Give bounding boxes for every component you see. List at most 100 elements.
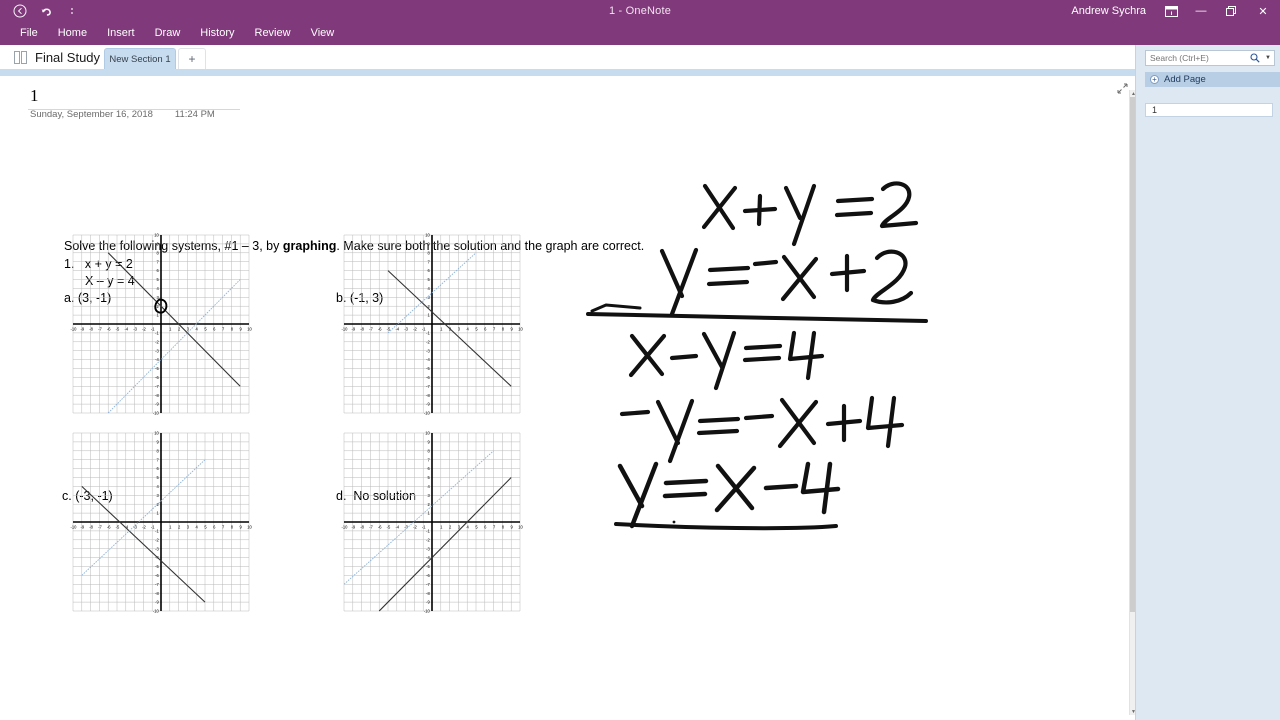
svg-text:7: 7	[493, 326, 496, 331]
svg-text:-10: -10	[424, 609, 431, 614]
ribbon-tab-home[interactable]: Home	[48, 22, 97, 45]
svg-text:10: 10	[247, 326, 252, 331]
svg-text:-9: -9	[351, 524, 355, 529]
svg-text:2: 2	[178, 326, 181, 331]
svg-text:-7: -7	[98, 326, 102, 331]
svg-text:1: 1	[169, 326, 172, 331]
chevron-down-icon[interactable]: ▼	[1265, 55, 1271, 61]
svg-text:6: 6	[213, 326, 216, 331]
svg-text:-9: -9	[80, 524, 84, 529]
svg-text:6: 6	[213, 524, 216, 529]
search-icon[interactable]	[1250, 53, 1260, 66]
svg-text:8: 8	[231, 524, 234, 529]
title-bar: 1 - OneNote Andrew Sychra — ✕	[0, 0, 1280, 22]
svg-text:-6: -6	[378, 524, 382, 529]
svg-text:5: 5	[475, 524, 478, 529]
svg-text:9: 9	[511, 326, 514, 331]
svg-text:5: 5	[204, 326, 207, 331]
close-button[interactable]: ✕	[1246, 0, 1280, 22]
svg-text:-5: -5	[387, 524, 391, 529]
svg-text:3: 3	[458, 326, 461, 331]
search-input[interactable]	[1146, 51, 1246, 65]
page-timestamp: Sunday, September 16, 2018 11:24 PM	[30, 109, 215, 120]
maximize-restore-button[interactable]	[1216, 0, 1246, 22]
svg-text:-10: -10	[71, 326, 78, 331]
graph-d[interactable]: -10 -9 -8 -7 -6 -5 -4 -3 -2 -1 1 2 3 4 5 6 7 8 9 10 -10 -9 -8-…	[333, 427, 523, 617]
account-name[interactable]: Andrew Sychra	[1071, 0, 1156, 22]
page-canvas[interactable]: 1 Sunday, September 16, 2018 11:24 PM So…	[0, 76, 1135, 720]
ribbon-bar: File Home Insert Draw History Review Vie…	[0, 22, 1280, 45]
svg-text:9: 9	[511, 524, 514, 529]
svg-text:-7: -7	[98, 524, 102, 529]
search-box[interactable]: ▼	[1145, 50, 1275, 66]
svg-text:-6: -6	[107, 524, 111, 529]
ribbon-tab-insert[interactable]: Insert	[97, 22, 145, 45]
add-section-button[interactable]: +	[178, 48, 206, 69]
svg-text:-7: -7	[369, 326, 373, 331]
svg-text:-10: -10	[342, 326, 349, 331]
ribbon-tab-view[interactable]: View	[301, 22, 345, 45]
section-tab-new-section-1[interactable]: New Section 1	[104, 48, 176, 69]
svg-text:4: 4	[196, 524, 199, 529]
svg-text:-8: -8	[89, 326, 93, 331]
page-list-item-1[interactable]: 1	[1145, 103, 1273, 117]
ribbon-display-options-icon[interactable]	[1156, 0, 1186, 22]
svg-text:-6: -6	[378, 326, 382, 331]
graph-series-line-1	[378, 477, 512, 612]
graph-a[interactable]: -10 -9 -8 -7 -6 -5 -4 -3 -2 -1 1 2 3 4 5 6 7 8 9 10 -10 -9 -8-…	[62, 229, 252, 419]
ribbon-tab-history[interactable]: History	[190, 22, 244, 45]
svg-text:1: 1	[440, 326, 443, 331]
svg-text:10: 10	[425, 431, 430, 436]
svg-text:8: 8	[502, 326, 505, 331]
svg-text:9: 9	[240, 524, 243, 529]
svg-text:-2: -2	[413, 326, 417, 331]
svg-text:10: 10	[247, 524, 252, 529]
notebook-icon	[14, 51, 29, 64]
svg-text:8: 8	[231, 326, 234, 331]
svg-text:-9: -9	[351, 326, 355, 331]
page-time: 11:24 PM	[174, 109, 215, 120]
svg-text:4: 4	[467, 326, 470, 331]
graph-series-line-1	[107, 279, 241, 414]
page-list-pane	[1135, 45, 1280, 720]
ink-notes-layer[interactable]	[586, 166, 1020, 546]
svg-text:-9: -9	[80, 326, 84, 331]
svg-text:10: 10	[518, 524, 523, 529]
svg-text:-2: -2	[142, 524, 146, 529]
ink-stroke-group-line-3	[628, 330, 825, 391]
notebook-name: Final Study	[35, 50, 101, 65]
svg-text:2: 2	[449, 524, 452, 529]
plus-circle-icon: +	[1150, 75, 1159, 84]
svg-text:7: 7	[222, 326, 225, 331]
minimize-button[interactable]: —	[1186, 0, 1216, 22]
prompt-bold-word: graphing	[282, 239, 337, 253]
window-controls: Andrew Sychra — ✕	[1071, 0, 1280, 22]
section-bar-underline	[0, 69, 1135, 76]
svg-text:10: 10	[154, 233, 159, 238]
svg-text:10: 10	[154, 431, 159, 436]
add-page-button[interactable]: + Add Page	[1145, 72, 1280, 87]
graph-c[interactable]: -10 -9 -8 -7 -6 -5 -4 -3 -2 -1 1 2 3 4 5 6 7 8 9 10 -10 -9 -8-…	[62, 427, 252, 617]
expand-page-icon[interactable]	[1115, 81, 1129, 95]
svg-text:3: 3	[187, 326, 190, 331]
add-page-label: Add Page	[1164, 74, 1206, 85]
ribbon-tab-file[interactable]: File	[10, 22, 48, 45]
graph-b[interactable]: -10-9-8-7-6-5-4-3-2-112345678910-10-9-8-…	[333, 229, 523, 419]
svg-text:-5: -5	[116, 524, 120, 529]
svg-text:-10: -10	[71, 524, 78, 529]
ink-stray-dot	[672, 520, 676, 524]
svg-text:-5: -5	[116, 326, 120, 331]
section-bar: Final Study ▼ New Section 1 +	[0, 45, 1280, 69]
svg-text:-3: -3	[404, 524, 408, 529]
svg-text:-2: -2	[413, 524, 417, 529]
svg-text:9: 9	[240, 326, 243, 331]
svg-text:7: 7	[493, 524, 496, 529]
ink-stroke-group-line-5	[614, 461, 841, 531]
page-title[interactable]: 1	[30, 86, 39, 106]
svg-text:-3: -3	[404, 326, 408, 331]
svg-text:10: 10	[518, 326, 523, 331]
ribbon-tab-review[interactable]: Review	[245, 22, 301, 45]
svg-text:-10: -10	[342, 524, 349, 529]
ribbon-tab-draw[interactable]: Draw	[145, 22, 191, 45]
svg-text:8: 8	[502, 524, 505, 529]
